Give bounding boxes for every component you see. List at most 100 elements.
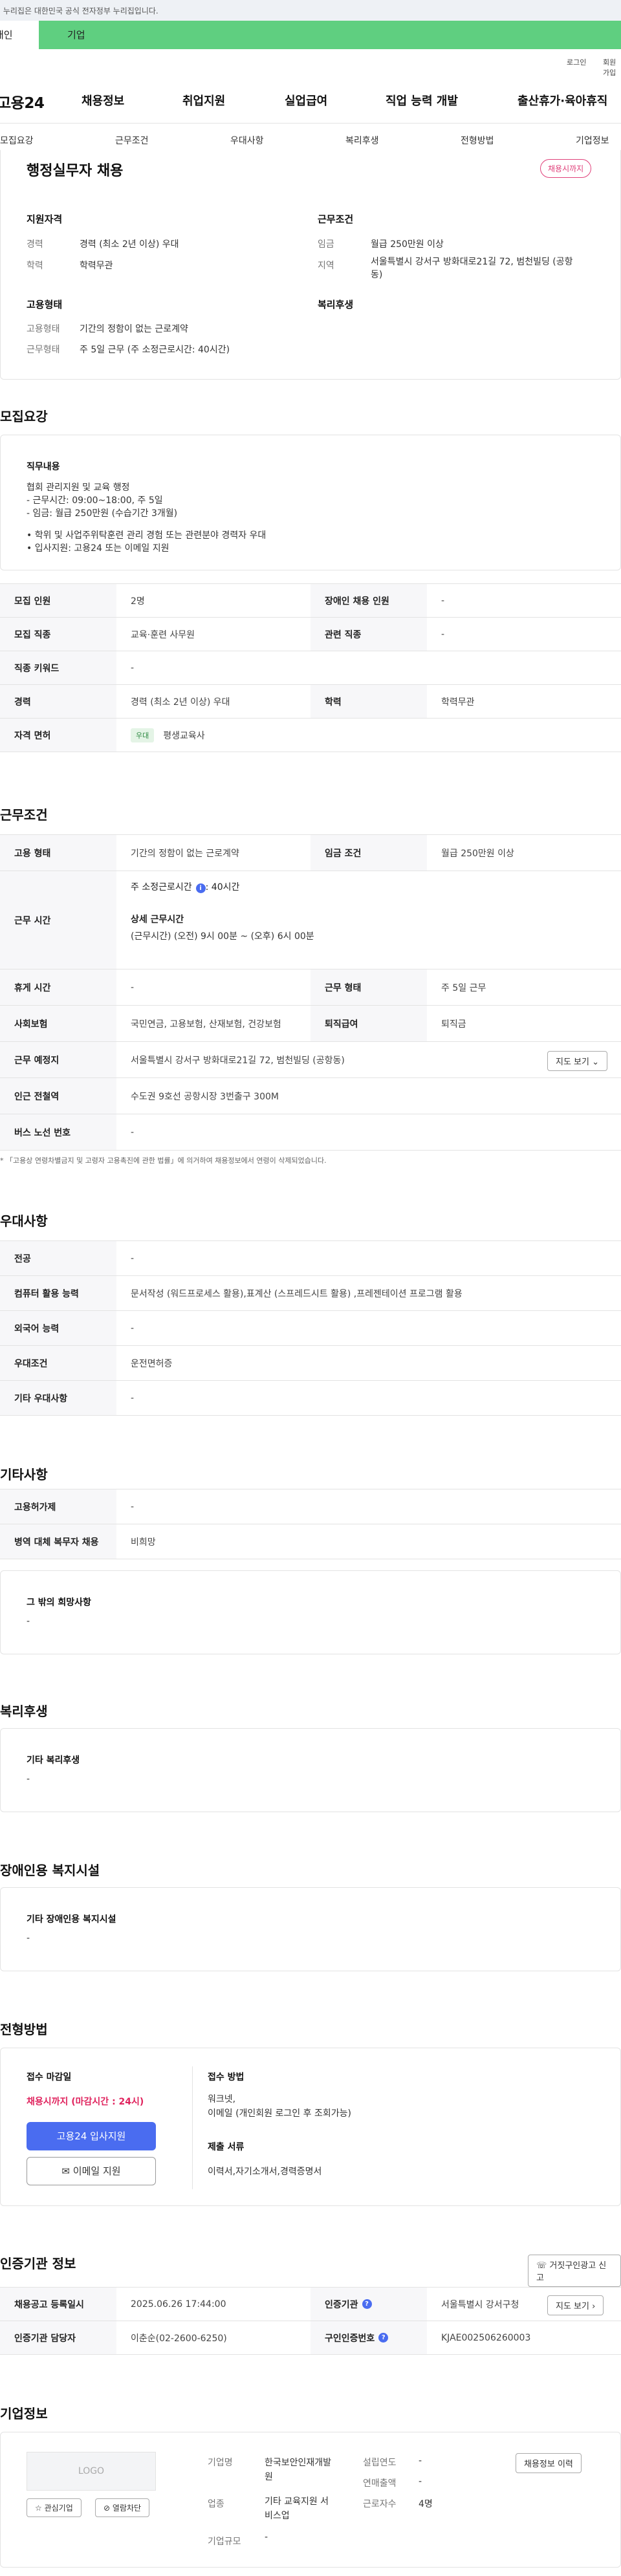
welfare-box-value: - (27, 1774, 30, 1784)
cell-value: - (131, 1127, 135, 1138)
cell-label: 전공 (0, 1241, 116, 1275)
cell-label: 모집 인원 (0, 584, 116, 617)
tab-corporate[interactable]: 기업 (39, 21, 621, 49)
apply-button[interactable]: 고용24 입사지원 (27, 2122, 156, 2150)
worktype-label: 근무형태 (27, 345, 60, 355)
duty-line: • 입사지원: 고용24 또는 이메일 지원 (27, 543, 169, 554)
founded-label: 설립연도 (363, 2458, 397, 2468)
subnav-welfare[interactable]: 복리후생 (345, 134, 379, 147)
block-view-label: 열람차단 (112, 2504, 142, 2513)
cert-map-label: 지도 보기 (556, 2302, 589, 2311)
email-apply-button[interactable]: ✉ 이메일 지원 (27, 2157, 156, 2185)
region-label: 지역 (318, 261, 334, 271)
table-row: 휴게 시간 - 근무 형태 주 5일 근무 (0, 969, 621, 1006)
career-value: 경력 (최소 2년 이상) 우대 (80, 239, 179, 250)
subnav-company[interactable]: 기업정보 (576, 134, 609, 147)
table-row: 사회보험 국민연금, 고용보험, 산재보험, 건강보험 퇴직급여 퇴직금 (0, 1006, 621, 1042)
other-wishes-card: 그 밖의 희망사항 - (0, 1570, 621, 1654)
method-value-2: 이메일 (개인회원 로그인 후 조회가능) (208, 2108, 351, 2119)
map-view-button[interactable]: 지도 보기 ⌄ (547, 1051, 608, 1071)
cell-label: 고용 형태 (0, 835, 116, 871)
gnb-item-jobs[interactable]: 채용정보 (82, 92, 124, 109)
table-row: 직종 키워드 - (0, 651, 621, 685)
cell-value: 학력무관 (441, 697, 475, 708)
company-size-label: 기업규모 (208, 2537, 241, 2547)
subnav-preferences[interactable]: 우대사항 (230, 134, 264, 147)
cell-label: 자격 면허 (0, 719, 116, 752)
table-row: 인증기관 담당자 이춘순(02-2600-6250) 구인인증번호? KJAE0… (0, 2321, 621, 2355)
join-link[interactable]: 회원가입 (603, 57, 621, 78)
company-heading: 기업정보 (0, 2406, 48, 2421)
company-logo: LOGO (27, 2452, 156, 2491)
cell-label: 관련 직종 (310, 618, 427, 651)
cell-value: 국민연금, 고용보험, 산재보험, 건강보험 (131, 1019, 281, 1030)
cell-label: 우대조건 (0, 1346, 116, 1380)
disability-heading: 장애인용 복지시설 (0, 1863, 100, 1878)
cell-label: 버스 노선 번호 (0, 1114, 116, 1150)
false-ad-report-label: 거짓구인광고 신고 (536, 2261, 607, 2283)
tab-individual[interactable]: 개인 (0, 21, 39, 49)
gnb-item-unemployment[interactable]: 실업급여 (285, 92, 327, 109)
site-logo[interactable]: 고용24 (0, 91, 45, 113)
company-name-label: 기업명 (208, 2458, 233, 2468)
subnav-selection[interactable]: 전형방법 (461, 134, 494, 147)
company-card: LOGO ☆ 관심기업 ⊘ 열람차단 기업명 한국보안인재개발 원 업종 기타 … (0, 2432, 621, 2568)
welfare-section-heading: 복리후생 (0, 1704, 48, 1719)
cell-label: 컴퓨터 활용 능력 (0, 1276, 116, 1310)
table-row: 전공 - (0, 1241, 621, 1276)
favorite-company-button[interactable]: ☆ 관심기업 (27, 2498, 82, 2517)
cell-label: 근무 형태 (310, 969, 427, 1005)
cell-value: - (131, 982, 135, 993)
hiring-history-button[interactable]: 채용정보 이력 (516, 2453, 582, 2473)
industry-line1: 기타 교육지원 서 (265, 2496, 329, 2507)
cell-value: 비희망 (131, 1537, 156, 1548)
cell-value: 2명 (131, 596, 145, 607)
employees-value: 4명 (419, 2499, 433, 2509)
table-row: 병역 대체 복무자 채용 비희망 (0, 1524, 621, 1559)
cell-value: - (131, 1323, 135, 1334)
detail-hours-heading: 상세 근무시간 (131, 915, 184, 925)
education-value: 학력무관 (80, 261, 113, 271)
gnb-item-training[interactable]: 직업 능력 개발 (386, 92, 458, 109)
table-row: 컴퓨터 활용 능력 문서작성 (워드프로세스 활용),표계산 (스프레드시트 활용… (0, 1276, 621, 1311)
region-value-line2: 동) (371, 270, 383, 280)
info-icon[interactable]: ? (378, 2333, 389, 2343)
table-row: 고용 형태 기간의 정함이 없는 근로계약 임금 조건 월급 250만원 이상 (0, 835, 621, 871)
cell-label: 근무 시간 (0, 871, 116, 969)
recruit-heading: 모집요강 (0, 409, 48, 424)
job-title: 행정실무자 채용 (27, 163, 124, 179)
subnav-recruit[interactable]: 모집요강 (0, 134, 34, 147)
false-ad-report-button[interactable]: ☏ 거짓구인광고 신고 (528, 2255, 621, 2287)
company-name-line2: 원 (265, 2472, 273, 2482)
cert-map-button[interactable]: 지도 보기 › (547, 2295, 604, 2315)
cell-value: 서울특별시 강서구청 (441, 2299, 519, 2310)
table-row: 인근 전철역 수도권 9호선 공항시장 3번출구 300M (0, 1078, 621, 1114)
cell-label: 인증기관 담당자 (0, 2321, 116, 2354)
table-row: 모집 직종 교육·훈련 사무원 관련 직종 - (0, 618, 621, 651)
employment-heading: 고용형태 (27, 299, 63, 310)
industry-line2: 비스업 (265, 2511, 290, 2521)
map-view-button-label: 지도 보기 (556, 1057, 589, 1067)
subnav-conditions[interactable]: 근무조건 (115, 134, 149, 147)
recruit-table: 모집 인원 2명 장애인 채용 인원 - 모집 직종 교육·훈련 사무원 관련 … (0, 583, 621, 752)
cell-label: 기타 우대사항 (0, 1381, 116, 1415)
industry-label: 업종 (208, 2499, 224, 2509)
table-row: 고용허가제 - (0, 1489, 621, 1524)
cell-label: 인증기관? (310, 2288, 427, 2321)
cell-value: 문서작성 (워드프로세스 활용),표계산 (스프레드시트 활용) ,프레젠테이션… (131, 1288, 463, 1299)
gnb-item-employment-support[interactable]: 취업지원 (182, 92, 225, 109)
duty-line: 협회 관리지원 및 교육 행정 (27, 482, 130, 493)
welfare-box-heading: 기타 복리후생 (27, 1755, 80, 1766)
megaphone-icon: ☏ (536, 2261, 547, 2271)
docs-value: 이력서,자기소개서,경력증명서 (208, 2167, 322, 2177)
method-value-1: 워크넷, (208, 2094, 236, 2105)
conditions-section-heading: 근무조건 (0, 807, 48, 823)
divider (192, 2066, 193, 2189)
login-link[interactable]: 로그인 (567, 57, 586, 67)
block-view-button[interactable]: ⊘ 열람차단 (95, 2498, 150, 2517)
disability-box-value: - (27, 1933, 30, 1943)
info-icon[interactable]: i (195, 883, 206, 893)
info-icon[interactable]: ? (362, 2299, 372, 2309)
detail-hours-value: (근무시간) (오전) 9시 00분 ~ (오후) 6시 00분 (131, 931, 314, 942)
gnb-item-leave[interactable]: 출산휴가·육아휴직 (518, 92, 607, 109)
